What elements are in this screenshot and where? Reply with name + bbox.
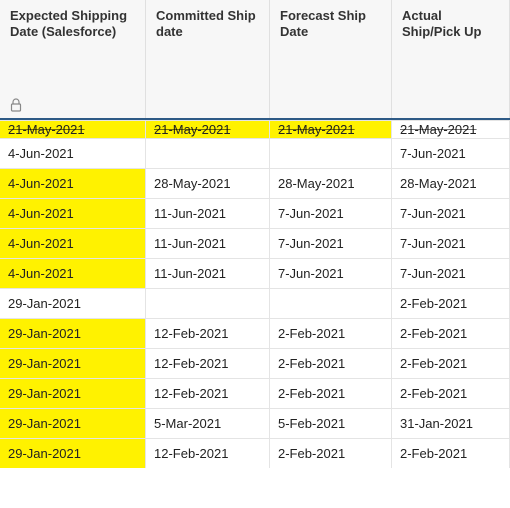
table-cell[interactable]: 5-Feb-2021 bbox=[270, 408, 392, 438]
table-cell[interactable]: 2-Feb-2021 bbox=[392, 378, 510, 408]
table-cell[interactable]: 5-Mar-2021 bbox=[146, 408, 270, 438]
table-cell[interactable]: 21-May-2021 bbox=[0, 120, 146, 138]
table-cell[interactable]: 2-Feb-2021 bbox=[270, 438, 392, 468]
table-cell[interactable]: 4-Jun-2021 bbox=[0, 138, 146, 168]
table-cell[interactable]: 4-Jun-2021 bbox=[0, 228, 146, 258]
table-cell[interactable]: 12-Feb-2021 bbox=[146, 348, 270, 378]
table-cell[interactable] bbox=[146, 138, 270, 168]
table-cell[interactable]: 21-May-2021 bbox=[270, 120, 392, 138]
table-cell[interactable]: 2-Feb-2021 bbox=[270, 318, 392, 348]
table-cell[interactable]: 31-Jan-2021 bbox=[392, 408, 510, 438]
table-cell[interactable]: 28-May-2021 bbox=[146, 168, 270, 198]
table-cell[interactable]: 11-Jun-2021 bbox=[146, 228, 270, 258]
shipping-dates-table: Expected Shipping Date (Salesforce)Commi… bbox=[0, 0, 510, 468]
table-cell[interactable]: 29-Jan-2021 bbox=[0, 438, 146, 468]
table-cell[interactable]: 21-May-2021 bbox=[146, 120, 270, 138]
table-cell[interactable]: 29-Jan-2021 bbox=[0, 288, 146, 318]
table-cell[interactable]: 29-Jan-2021 bbox=[0, 348, 146, 378]
column-header[interactable]: Forecast Ship Date bbox=[270, 0, 392, 118]
table-cell[interactable]: 29-Jan-2021 bbox=[0, 318, 146, 348]
table-cell[interactable]: 12-Feb-2021 bbox=[146, 438, 270, 468]
column-header[interactable]: Expected Shipping Date (Salesforce) bbox=[0, 0, 146, 118]
table-cell[interactable]: 12-Feb-2021 bbox=[146, 378, 270, 408]
table-cell[interactable]: 2-Feb-2021 bbox=[392, 318, 510, 348]
table-cell[interactable] bbox=[146, 288, 270, 318]
table-cell[interactable] bbox=[270, 138, 392, 168]
table-cell[interactable]: 2-Feb-2021 bbox=[270, 378, 392, 408]
table-cell[interactable]: 4-Jun-2021 bbox=[0, 168, 146, 198]
table-cell[interactable]: 11-Jun-2021 bbox=[146, 198, 270, 228]
table-cell[interactable]: 12-Feb-2021 bbox=[146, 318, 270, 348]
table-cell[interactable]: 29-Jan-2021 bbox=[0, 378, 146, 408]
table-cell[interactable]: 28-May-2021 bbox=[392, 168, 510, 198]
table-cell[interactable] bbox=[270, 288, 392, 318]
table-cell[interactable]: 21-May-2021 bbox=[392, 120, 510, 138]
table-cell[interactable]: 7-Jun-2021 bbox=[392, 138, 510, 168]
column-header[interactable]: Committed Ship date bbox=[146, 0, 270, 118]
table-cell[interactable]: 2-Feb-2021 bbox=[392, 438, 510, 468]
table-cell[interactable]: 7-Jun-2021 bbox=[392, 228, 510, 258]
lock-icon bbox=[10, 98, 22, 112]
table-cell[interactable]: 7-Jun-2021 bbox=[270, 228, 392, 258]
table-cell[interactable]: 7-Jun-2021 bbox=[270, 258, 392, 288]
column-header[interactable]: Actual Ship/Pick Up bbox=[392, 0, 510, 118]
table-cell[interactable]: 7-Jun-2021 bbox=[392, 258, 510, 288]
table-cell[interactable]: 7-Jun-2021 bbox=[392, 198, 510, 228]
table-cell[interactable]: 4-Jun-2021 bbox=[0, 198, 146, 228]
table-cell[interactable]: 2-Feb-2021 bbox=[392, 348, 510, 378]
table-cell[interactable]: 28-May-2021 bbox=[270, 168, 392, 198]
table-cell[interactable]: 29-Jan-2021 bbox=[0, 408, 146, 438]
table-cell[interactable]: 2-Feb-2021 bbox=[392, 288, 510, 318]
table-cell[interactable]: 4-Jun-2021 bbox=[0, 258, 146, 288]
table-cell[interactable]: 2-Feb-2021 bbox=[270, 348, 392, 378]
table-cell[interactable]: 11-Jun-2021 bbox=[146, 258, 270, 288]
table-cell[interactable]: 7-Jun-2021 bbox=[270, 198, 392, 228]
